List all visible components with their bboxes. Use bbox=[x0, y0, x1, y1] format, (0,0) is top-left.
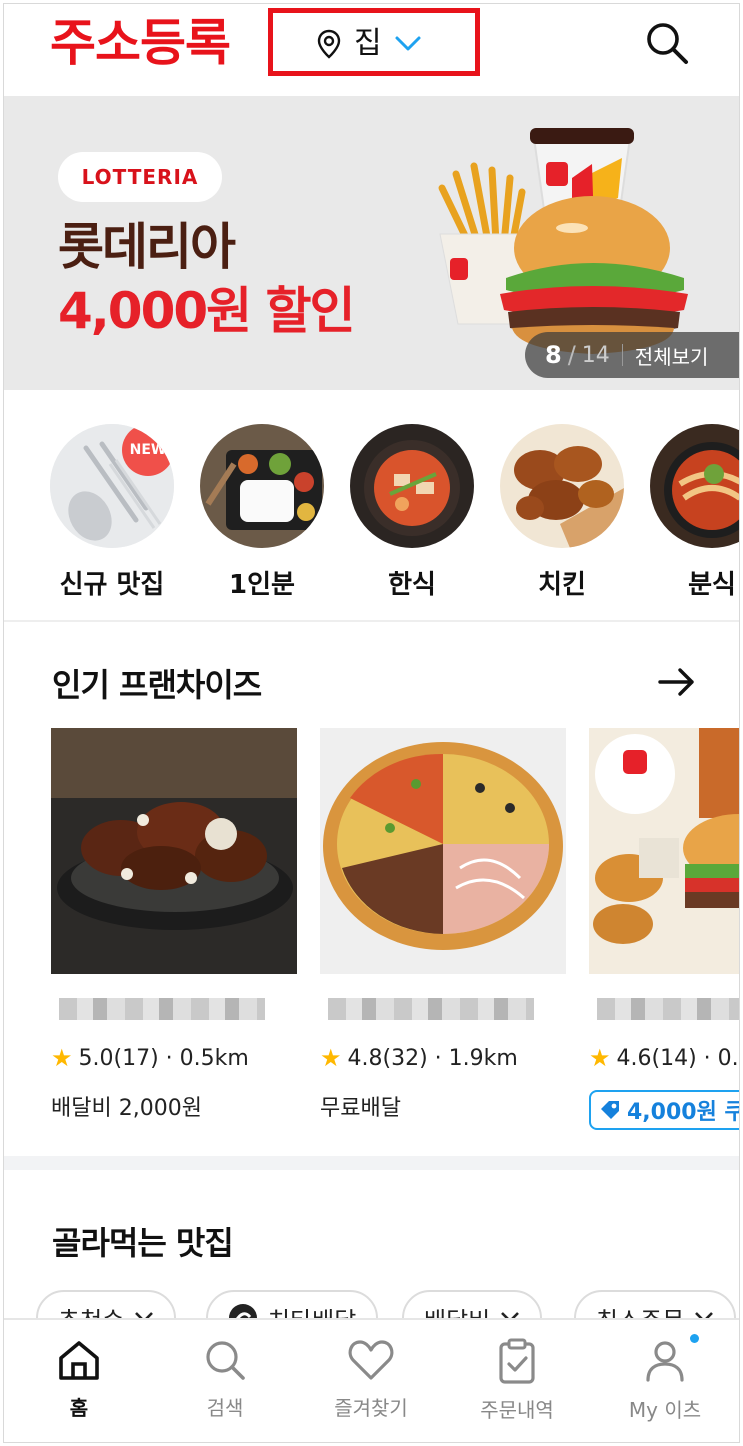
banner-discount: 4,000원 할인 bbox=[58, 282, 356, 340]
popular-franchise-title: 인기 프랜차이즈 bbox=[52, 666, 262, 704]
category-single-image bbox=[200, 424, 324, 548]
franchise-image bbox=[51, 728, 297, 974]
rating-row: ★ 4.6(14) · 0. bbox=[589, 1044, 739, 1072]
section-divider bbox=[4, 620, 739, 622]
category-chicken[interactable]: 치킨 bbox=[500, 424, 624, 601]
rating-value: 5.0(17) bbox=[78, 1045, 159, 1071]
address-selector[interactable]: 집 bbox=[316, 24, 422, 64]
coupon-badge[interactable]: 4,000원 쿠 bbox=[589, 1090, 740, 1130]
coupon-label: 4,000원 쿠 bbox=[627, 1100, 740, 1125]
arrow-right-icon[interactable] bbox=[656, 664, 698, 700]
coupon-row: 4,000원 쿠 bbox=[589, 1090, 740, 1130]
clipboard-check-icon bbox=[499, 1338, 535, 1384]
category-label: 1인분 bbox=[229, 570, 295, 600]
pager-separator: / bbox=[567, 341, 576, 369]
category-chicken-image bbox=[500, 424, 624, 548]
distance: · 1.9km bbox=[434, 1045, 518, 1071]
tab-label: 즐겨찾기 bbox=[334, 1396, 408, 1420]
franchise-card[interactable]: ★ 4.6(14) · 0. 4,000원 쿠 bbox=[589, 728, 740, 1130]
store-name-blurred bbox=[59, 998, 265, 1020]
section-gap bbox=[4, 1156, 739, 1170]
rating-row: ★ 5.0(17) · 0.5km bbox=[51, 1044, 297, 1072]
category-label: 분식 bbox=[688, 570, 736, 600]
franchise-card[interactable]: ★ 5.0(17) · 0.5km 배달비 2,000원 bbox=[51, 728, 297, 1122]
top-header: 주소등록 집 bbox=[4, 4, 739, 96]
tag-icon bbox=[601, 1101, 619, 1119]
tab-favorites[interactable]: 즐겨찾기 bbox=[316, 1338, 426, 1421]
pager-divider bbox=[621, 344, 623, 366]
notification-dot bbox=[690, 1334, 699, 1343]
delivery-fee: 무료배달 bbox=[320, 1096, 401, 1121]
tab-home[interactable]: 홈 bbox=[24, 1338, 134, 1421]
category-new-image: NEW bbox=[50, 424, 174, 548]
category-korean[interactable]: 한식 bbox=[350, 424, 474, 601]
app-screen: 주소등록 집 LOTTERIA 롯데리아 4,000원 할인 8 / 14 전체… bbox=[3, 3, 740, 1443]
tab-search[interactable]: 검색 bbox=[170, 1338, 280, 1421]
rating-value: 4.6(14) bbox=[616, 1045, 697, 1071]
tab-label: 주문내역 bbox=[480, 1398, 554, 1422]
category-korean-image bbox=[350, 424, 474, 548]
new-badge: NEW bbox=[122, 424, 174, 476]
map-pin-icon bbox=[317, 29, 341, 59]
distance: · 0. bbox=[703, 1045, 739, 1071]
home-icon bbox=[59, 1341, 99, 1380]
search-icon bbox=[206, 1341, 245, 1380]
category-new[interactable]: NEW 신규 맛집 bbox=[50, 424, 174, 601]
category-snack-image bbox=[650, 424, 739, 548]
franchise-card[interactable]: ★ 4.8(32) · 1.9km 무료배달 bbox=[320, 728, 566, 1122]
tab-label: 홈 bbox=[69, 1396, 89, 1420]
category-single-serving[interactable]: 1인분 bbox=[200, 424, 324, 601]
address-label: 집 bbox=[354, 26, 382, 61]
view-all-link[interactable]: 전체보기 bbox=[635, 341, 709, 370]
person-icon bbox=[646, 1341, 684, 1382]
category-row: NEW 신규 맛집 1인분 한식 치킨 분식 bbox=[4, 390, 739, 620]
rating-row: ★ 4.8(32) · 1.9km bbox=[320, 1044, 566, 1072]
distance: · 0.5km bbox=[165, 1045, 249, 1071]
rating-value: 4.8(32) bbox=[347, 1045, 428, 1071]
heart-icon bbox=[348, 1340, 394, 1380]
banner-title: 롯데리아 bbox=[58, 218, 236, 276]
pager-current: 8 bbox=[545, 341, 562, 369]
chevron-down-icon bbox=[395, 36, 421, 51]
star-icon: ★ bbox=[51, 1044, 73, 1072]
star-icon: ★ bbox=[320, 1044, 342, 1072]
star-icon: ★ bbox=[589, 1044, 611, 1072]
bottom-tab-bar: 홈 검색 즐겨찾기 주문내역 My 이츠 bbox=[4, 1318, 739, 1442]
delivery-fee: 배달비 2,000원 bbox=[51, 1096, 202, 1121]
banner-pager[interactable]: 8 / 14 전체보기 bbox=[525, 332, 739, 378]
franchise-image bbox=[320, 728, 566, 974]
store-name-blurred bbox=[328, 998, 534, 1020]
tab-label: My 이츠 bbox=[628, 1398, 702, 1422]
address-register-annotation: 주소등록 bbox=[50, 14, 231, 72]
pager-total: 14 bbox=[581, 342, 610, 368]
tab-orders[interactable]: 주문내역 bbox=[462, 1338, 572, 1423]
category-snack[interactable]: 분식 bbox=[650, 424, 739, 601]
store-name-blurred bbox=[597, 998, 739, 1020]
search-icon[interactable] bbox=[644, 20, 690, 66]
picks-title: 골라먹는 맛집 bbox=[52, 1224, 234, 1262]
category-label: 신규 맛집 bbox=[59, 570, 165, 600]
tab-my-eats[interactable]: My 이츠 bbox=[610, 1338, 720, 1423]
promo-banner[interactable]: LOTTERIA 롯데리아 4,000원 할인 8 / 14 전체보기 bbox=[4, 96, 739, 390]
category-label: 한식 bbox=[388, 570, 436, 600]
brand-logo-pill: LOTTERIA bbox=[58, 152, 222, 202]
tab-label: 검색 bbox=[206, 1396, 244, 1420]
franchise-image bbox=[589, 728, 739, 974]
category-label: 치킨 bbox=[538, 570, 586, 600]
burger-set-image bbox=[438, 128, 688, 354]
